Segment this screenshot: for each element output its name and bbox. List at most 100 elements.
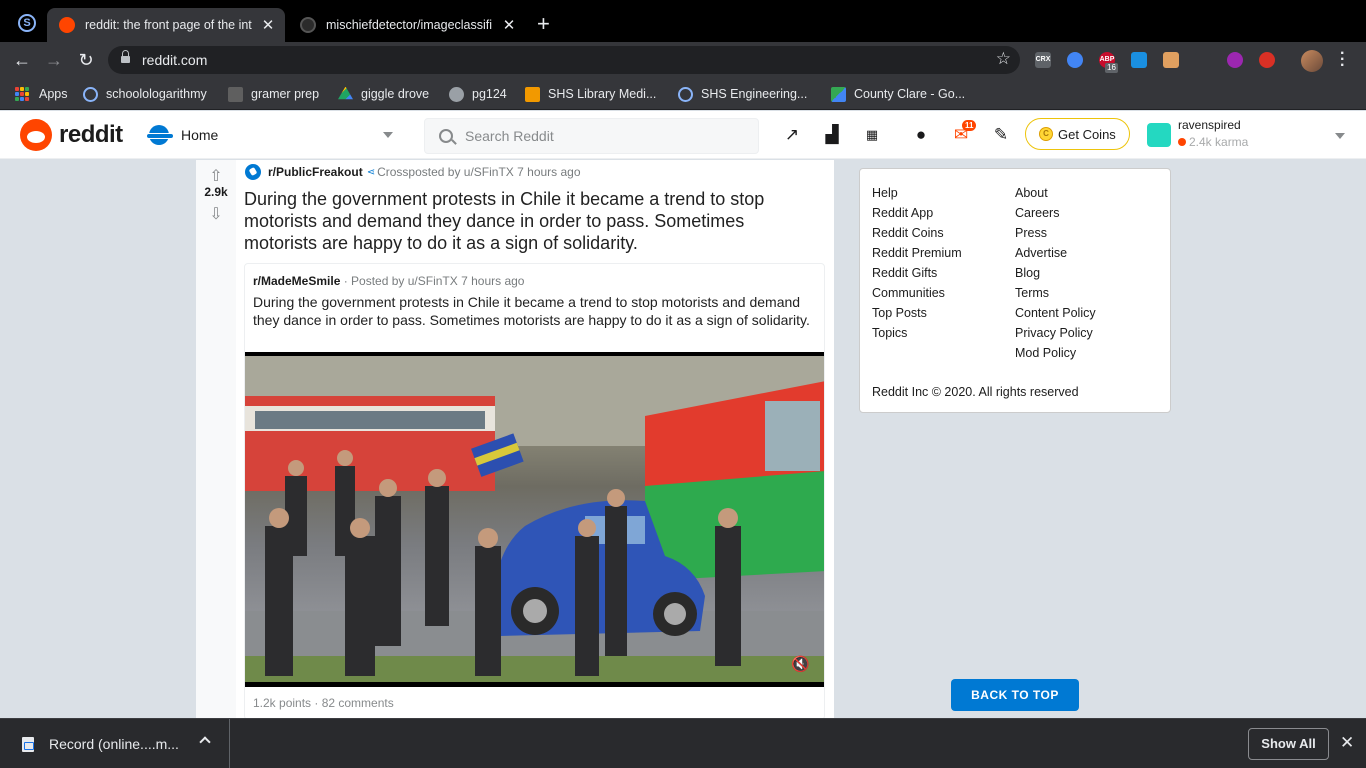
footer-link-reddit-premium[interactable]: Reddit Premium bbox=[872, 243, 962, 263]
close-icon[interactable]: ✕ bbox=[1340, 733, 1354, 753]
crosspost-card[interactable]: r/MadeMeSmile · Posted by u/SFinTX 7 hou… bbox=[244, 263, 825, 720]
chevron-up-icon[interactable] bbox=[199, 736, 211, 748]
create-post-pencil-icon[interactable]: ✎ bbox=[990, 124, 1012, 146]
crosspost-subreddit-link[interactable]: r/MadeMeSmile bbox=[253, 274, 340, 288]
forward-arrow-icon[interactable]: → bbox=[42, 48, 66, 72]
close-tab-icon[interactable]: ✕ bbox=[261, 16, 275, 34]
footer-link-about[interactable]: About bbox=[1015, 183, 1096, 203]
footer-links-col-1: Help Reddit App Reddit Coins Reddit Prem… bbox=[872, 183, 962, 343]
video-frame bbox=[245, 356, 824, 682]
hidden-extension-icon[interactable] bbox=[1195, 52, 1211, 68]
chevron-down-icon bbox=[383, 132, 393, 138]
bookmark-apps[interactable]: Apps bbox=[15, 86, 68, 102]
karma-count: 2.4k karma bbox=[1178, 135, 1248, 149]
address-bar[interactable]: reddit.com ☆ bbox=[108, 46, 1020, 74]
footer-link-help[interactable]: Help bbox=[872, 183, 962, 203]
lock-icon bbox=[121, 50, 130, 65]
upvote-arrow-icon[interactable]: ⇧ bbox=[208, 166, 224, 185]
footer-link-communities[interactable]: Communities bbox=[872, 283, 962, 303]
chat-icon[interactable]: ● bbox=[910, 124, 932, 146]
bookmark-giggle-drove[interactable]: giggle drove bbox=[338, 86, 429, 102]
close-tab-icon[interactable]: ✕ bbox=[502, 16, 516, 34]
back-to-top-button[interactable]: BACK TO TOP bbox=[951, 679, 1079, 711]
checklist-extension-icon[interactable] bbox=[1131, 52, 1147, 68]
bookmark-schoolologarithmy[interactable]: schoolologarithmy bbox=[83, 86, 207, 102]
footer-link-reddit-gifts[interactable]: Reddit Gifts bbox=[872, 263, 962, 283]
new-tab-button[interactable]: + bbox=[537, 13, 550, 35]
download-item[interactable]: Record (online....m... bbox=[0, 719, 230, 768]
bookmark-county-clare[interactable]: County Clare - Go... bbox=[831, 86, 965, 102]
bookmark-pg124[interactable]: pg124 bbox=[449, 86, 507, 102]
community-grid-icon[interactable]: ▦ bbox=[861, 124, 883, 146]
back-arrow-icon[interactable]: ← bbox=[10, 48, 34, 72]
copyright-text: Reddit Inc © 2020. All rights reserved bbox=[872, 385, 1079, 399]
bookmark-gramer-prep[interactable]: gramer prep bbox=[228, 86, 319, 102]
library-icon bbox=[525, 86, 540, 102]
crx-extension-icon[interactable]: CRX bbox=[1035, 52, 1051, 68]
post-title[interactable]: During the government protests in Chile … bbox=[244, 188, 814, 254]
apps-grid-icon bbox=[15, 87, 29, 101]
coin-icon: C bbox=[1039, 127, 1053, 141]
post-card[interactable]: ⇧ 2.9k ⇩ r/PublicFreakout ⋖ Crossposted … bbox=[196, 160, 834, 720]
search-box[interactable] bbox=[424, 118, 759, 154]
tab-github[interactable]: mischiefdetector/imageclassifi ✕ bbox=[288, 8, 526, 42]
video-still-image bbox=[245, 356, 824, 682]
search-icon bbox=[439, 129, 453, 143]
footer-link-topics[interactable]: Topics bbox=[872, 323, 962, 343]
mute-icon[interactable]: 🔇 bbox=[791, 655, 810, 673]
show-all-button[interactable]: Show All bbox=[1248, 728, 1329, 760]
username: ravenspired bbox=[1178, 118, 1241, 132]
reddit-icon bbox=[59, 17, 75, 33]
footer-link-reddit-coins[interactable]: Reddit Coins bbox=[872, 223, 962, 243]
bookmark-shs-engineering[interactable]: SHS Engineering... bbox=[678, 86, 807, 102]
download-shelf: Record (online....m... Show All ✕ bbox=[0, 718, 1366, 768]
footer-link-privacy-policy[interactable]: Privacy Policy bbox=[1015, 323, 1096, 343]
bookmark-shs-library[interactable]: SHS Library Medi... bbox=[525, 86, 656, 102]
footer-links-col-2: About Careers Press Advertise Blog Terms… bbox=[1015, 183, 1096, 363]
footer-link-terms[interactable]: Terms bbox=[1015, 283, 1096, 303]
google-drive-icon bbox=[338, 86, 353, 100]
downvote-arrow-icon[interactable]: ⇩ bbox=[208, 204, 224, 223]
owl-extension-icon[interactable] bbox=[1067, 52, 1083, 68]
subreddit-link[interactable]: r/PublicFreakout bbox=[268, 165, 363, 179]
footer-link-content-policy[interactable]: Content Policy bbox=[1015, 303, 1096, 323]
vote-column: ⇧ 2.9k ⇩ bbox=[196, 160, 236, 720]
color-extension-icon[interactable] bbox=[1227, 52, 1243, 68]
leaderboard-icon[interactable]: ▟ bbox=[821, 124, 843, 146]
adblock-badge: 16 bbox=[1105, 63, 1118, 73]
url-text: reddit.com bbox=[142, 52, 208, 68]
box-extension-icon[interactable] bbox=[1163, 52, 1179, 68]
footer-link-top-posts[interactable]: Top Posts bbox=[872, 303, 962, 323]
footer-link-careers[interactable]: Careers bbox=[1015, 203, 1096, 223]
crosspost-info: Crossposted by u/SFinTX 7 hours ago bbox=[377, 165, 581, 179]
tab-reddit[interactable]: reddit: the front page of the int ✕ bbox=[47, 8, 285, 42]
browser-tab-strip: S reddit: the front page of the int ✕ mi… bbox=[0, 0, 1366, 42]
subreddit-icon[interactable] bbox=[245, 164, 261, 180]
chrome-menu-icon[interactable]: · · · bbox=[1340, 46, 1345, 74]
red-extension-icon[interactable] bbox=[1259, 52, 1275, 68]
reddit-wordmark[interactable]: reddit bbox=[59, 121, 123, 149]
chevron-down-icon bbox=[1335, 133, 1345, 139]
schoology-extension-icon[interactable]: S bbox=[18, 14, 36, 32]
vote-count: 2.9k bbox=[204, 185, 228, 199]
footer-link-advertise[interactable]: Advertise bbox=[1015, 243, 1096, 263]
footer-link-reddit-app[interactable]: Reddit App bbox=[872, 203, 962, 223]
mail-badge: 11 bbox=[962, 120, 977, 131]
footer-link-mod-policy[interactable]: Mod Policy bbox=[1015, 343, 1096, 363]
crosspost-title[interactable]: During the government protests in Chile … bbox=[253, 293, 819, 329]
get-coins-button[interactable]: C Get Coins bbox=[1025, 118, 1130, 150]
footer-link-press[interactable]: Press bbox=[1015, 223, 1096, 243]
crosspost-stats[interactable]: 1.2k points · 82 comments bbox=[253, 696, 394, 710]
reddit-logo-icon[interactable] bbox=[20, 119, 52, 151]
feed-selector[interactable]: Home bbox=[141, 117, 405, 153]
footer-link-blog[interactable]: Blog bbox=[1015, 263, 1096, 283]
bookmark-star-icon[interactable]: ☆ bbox=[996, 49, 1011, 69]
crosspost-icon: ⋖ bbox=[366, 166, 376, 178]
user-menu[interactable]: ravenspired 2.4k karma bbox=[1145, 117, 1351, 153]
search-input[interactable] bbox=[465, 128, 745, 144]
trending-icon[interactable]: ↗ bbox=[781, 124, 803, 146]
video-player[interactable]: 🔇 bbox=[245, 352, 824, 687]
reload-icon[interactable]: ↻ bbox=[74, 48, 98, 72]
profile-avatar[interactable] bbox=[1301, 50, 1323, 72]
schoology-icon bbox=[678, 86, 693, 102]
